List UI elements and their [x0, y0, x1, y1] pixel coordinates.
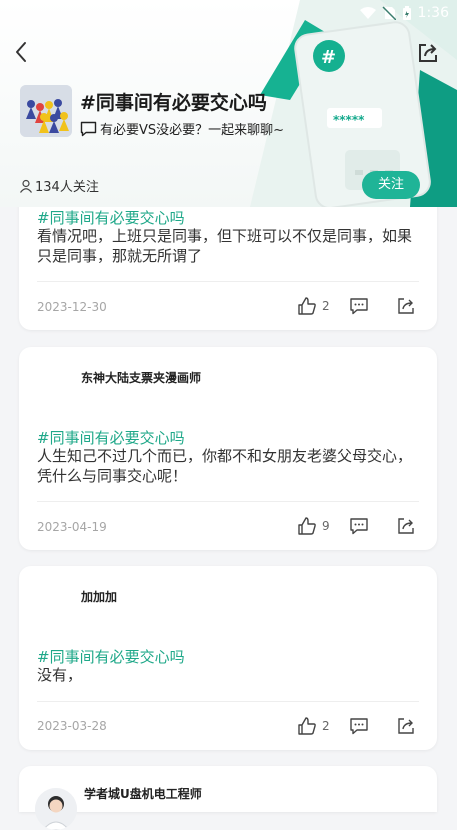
- no-sim-icon: [382, 6, 396, 20]
- post-topic-tag[interactable]: #同事间有必要交心吗: [37, 427, 185, 448]
- topic-title: #同事间有必要交心吗: [80, 92, 267, 114]
- comment-icon[interactable]: [349, 716, 369, 736]
- battery-icon: [402, 5, 411, 20]
- like-count: 9: [322, 519, 330, 533]
- comment-icon[interactable]: [349, 296, 369, 316]
- status-bar: 1:36: [0, 0, 457, 26]
- like-button[interactable]: 2: [297, 716, 330, 736]
- divider: [37, 701, 419, 702]
- post-text: 人生知己不过几个而已，你都不和女朋友老婆父母交心，凭什么与同事交心呢！: [37, 447, 413, 485]
- post-topic-tag[interactable]: #同事间有必要交心吗: [37, 207, 185, 228]
- follower-count-text: 134人关注: [35, 180, 99, 195]
- post-text: 看情况吧，上班只是同事，但下班可以不仅是同事，如果只是同事，那就无所谓了: [37, 227, 413, 265]
- post-card[interactable]: 东神大陆支票夹漫画师 #同事间有必要交心吗 人生知己不过几个而已，你都不和女朋友…: [19, 347, 437, 550]
- divider: [37, 281, 419, 282]
- share-icon[interactable]: [397, 517, 415, 535]
- post-author[interactable]: 加加加: [81, 588, 117, 605]
- post-author[interactable]: 东神大陆支票夹漫画师: [81, 369, 201, 386]
- share-icon[interactable]: [397, 297, 415, 315]
- avatar[interactable]: [35, 788, 77, 830]
- topic-cover-image: [20, 85, 72, 137]
- like-button[interactable]: 9: [297, 516, 330, 536]
- like-count: 2: [322, 719, 330, 733]
- topic-header: # ***** 1:36 #同事间有必要交心吗 有必要VS没必要？一起来聊聊~ …: [0, 0, 457, 207]
- thumbs-up-icon: [298, 297, 316, 315]
- follow-button[interactable]: 关注: [362, 171, 420, 199]
- follower-count: 134人关注: [19, 176, 99, 195]
- share-icon[interactable]: [417, 42, 439, 64]
- post-author[interactable]: 学者城U盘机电工程师: [84, 785, 202, 802]
- comment-icon[interactable]: [349, 516, 369, 536]
- svg-text:#: #: [321, 47, 336, 68]
- topic-description: 有必要VS没必要？一起来聊聊~: [80, 119, 284, 138]
- thumbs-up-icon: [298, 517, 316, 535]
- post-date: 2023-04-19: [37, 520, 107, 534]
- share-icon[interactable]: [397, 717, 415, 735]
- post-card[interactable]: 加加加 #同事间有必要交心吗 没有， 2023-03-28 2: [19, 566, 437, 750]
- post-topic-tag[interactable]: #同事间有必要交心吗: [37, 646, 185, 667]
- topic-description-text: 有必要VS没必要？一起来聊聊~: [100, 123, 285, 138]
- post-date: 2023-03-28: [37, 719, 107, 733]
- like-count: 2: [322, 299, 330, 313]
- wifi-icon: [359, 7, 376, 19]
- like-button[interactable]: 2: [297, 296, 330, 316]
- post-date: 2023-12-30: [37, 300, 107, 314]
- art-stars: *****: [333, 113, 365, 127]
- post-text: 没有，: [37, 666, 83, 684]
- status-time: 1:36: [417, 5, 449, 21]
- divider: [37, 501, 419, 502]
- chat-bubble-icon: [80, 121, 97, 136]
- thumbs-up-icon: [298, 717, 316, 735]
- post-card[interactable]: 学者城U盘机电工程师: [19, 766, 437, 830]
- back-icon[interactable]: [10, 40, 34, 64]
- person-icon: [20, 179, 32, 193]
